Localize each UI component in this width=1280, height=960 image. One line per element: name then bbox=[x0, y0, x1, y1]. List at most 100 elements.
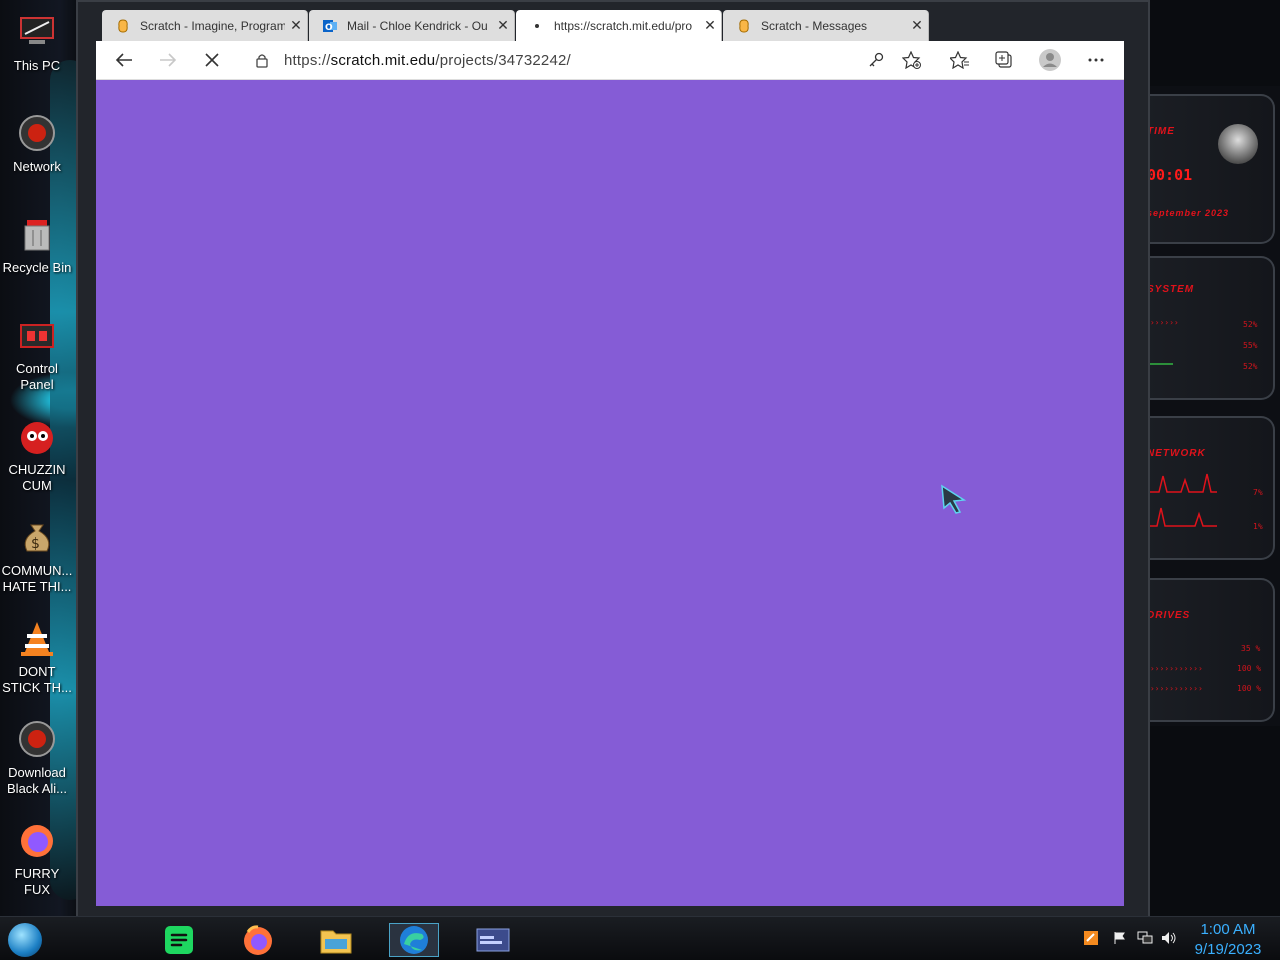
forward-button[interactable] bbox=[156, 48, 180, 72]
drive-bar-indicator: ›››››››››››› bbox=[1145, 664, 1203, 673]
collections-icon bbox=[995, 51, 1012, 68]
widget-time-title: TIME bbox=[1147, 126, 1175, 137]
mouse-cursor-icon bbox=[941, 484, 967, 514]
favorites-button[interactable] bbox=[948, 48, 972, 72]
star-add-icon bbox=[902, 51, 921, 69]
system-green-bar bbox=[1147, 363, 1173, 365]
desktop-icon-column: This PC Network Recycle Bin Control Pane… bbox=[0, 8, 74, 917]
volume-icon[interactable] bbox=[1161, 931, 1177, 948]
taskbar-app-window[interactable] bbox=[468, 923, 518, 957]
avatar-icon bbox=[1039, 49, 1061, 71]
outlook-favicon-icon: O bbox=[323, 19, 337, 33]
drive-value: 35 % bbox=[1241, 644, 1261, 653]
widget-time-value: 00:01 bbox=[1147, 166, 1193, 184]
url-text: https://scratch.mit.edu/projects/3473224… bbox=[284, 52, 571, 69]
widget-drives-panel: DRIVES 35 % ›››››››››››› 100 % ›››››››››… bbox=[1143, 578, 1275, 722]
network-value: 1% bbox=[1253, 522, 1263, 531]
recycle-bin-icon bbox=[15, 212, 59, 256]
drive-value: 100 % bbox=[1237, 684, 1262, 693]
stop-loading-button[interactable] bbox=[200, 48, 224, 72]
lock-icon bbox=[256, 54, 268, 68]
flag-icon[interactable] bbox=[1113, 931, 1127, 948]
drive-value: 100 % bbox=[1237, 664, 1262, 673]
desktop-icon-dont-stick[interactable]: DONT STICK TH... bbox=[0, 614, 74, 715]
browser-tab-strip: Scratch - Imagine, Program ✕ O Mail - Ch… bbox=[102, 8, 932, 41]
taskbar-app-edge[interactable] bbox=[389, 923, 439, 957]
desktop-icon-label: COMMUN... HATE THI... bbox=[1, 563, 73, 594]
desktop-icon-recycle-bin[interactable]: Recycle Bin bbox=[0, 210, 74, 311]
url-prefix: https:// bbox=[284, 52, 331, 69]
pc-icon bbox=[15, 10, 59, 54]
widget-time-panel: TIME 00:01 september 2023 bbox=[1143, 94, 1275, 244]
desktop-icon-download-black-alienware[interactable]: Download Black Ali... bbox=[0, 715, 74, 816]
desktop-icon-furry-fux[interactable]: FURRY FUX bbox=[0, 816, 74, 917]
tab-scratch-messages[interactable]: Scratch - Messages ✕ bbox=[723, 10, 929, 41]
desktop-icon-chuzzin[interactable]: CHUZZIN CUM bbox=[0, 412, 74, 513]
widget-date-value: september 2023 bbox=[1147, 208, 1230, 218]
system-bar-indicator: ››››››› bbox=[1145, 318, 1179, 327]
tab-scratch-home[interactable]: Scratch - Imagine, Program ✕ bbox=[102, 10, 308, 41]
key-icon bbox=[869, 52, 884, 67]
start-button[interactable] bbox=[8, 923, 42, 957]
tab-scratch-project[interactable]: https://scratch.mit.edu/pro ✕ bbox=[516, 10, 722, 41]
network-icon bbox=[15, 111, 59, 155]
network-value: 7% bbox=[1253, 488, 1263, 497]
widget-system-panel: SYSTEM ››››››› 52% 55% 52% bbox=[1143, 256, 1275, 400]
taskbar-app-file-explorer[interactable] bbox=[316, 923, 356, 957]
favorites-star-icon bbox=[950, 51, 969, 69]
system-value: 55% bbox=[1243, 341, 1258, 350]
desktop-icon-label: CHUZZIN CUM bbox=[8, 462, 66, 493]
money-bag-icon: $ bbox=[15, 515, 59, 559]
password-key-button[interactable] bbox=[864, 48, 888, 72]
network-tray-icon[interactable] bbox=[1137, 931, 1153, 948]
network-graph bbox=[1145, 473, 1217, 527]
tab-outlook-mail[interactable]: O Mail - Chloe Kendrick - Ou ✕ bbox=[309, 10, 515, 41]
desktop-icon-label: Control Panel bbox=[16, 361, 58, 392]
settings-more-button[interactable] bbox=[1084, 48, 1108, 72]
clock-time: 1:00 AM bbox=[1200, 921, 1256, 938]
add-favorite-button[interactable] bbox=[900, 48, 924, 72]
back-button[interactable] bbox=[112, 48, 136, 72]
tab-close-icon[interactable]: ✕ bbox=[492, 17, 514, 34]
desktop-icon-this-pc[interactable]: This PC bbox=[0, 8, 74, 109]
taskbar-app-spotify[interactable] bbox=[159, 923, 199, 957]
desktop-icon-label: This PC bbox=[13, 58, 61, 73]
widget-network-title: NETWORK bbox=[1147, 448, 1206, 459]
desktop-icon-label: Download Black Ali... bbox=[7, 765, 67, 796]
widget-network-panel: NETWORK 7% 1% bbox=[1143, 416, 1275, 560]
browser-toolbar: https://scratch.mit.edu/projects/3473224… bbox=[96, 41, 1124, 80]
tab-title: Scratch - Messages bbox=[761, 18, 868, 33]
firefox-icon bbox=[244, 925, 272, 955]
desktop-icon-network[interactable]: Network bbox=[0, 109, 74, 210]
tab-close-icon[interactable]: ✕ bbox=[699, 17, 721, 34]
scratch-favicon-icon bbox=[116, 18, 130, 33]
desktop-icon-commun[interactable]: $ COMMUN... HATE THI... bbox=[0, 513, 74, 614]
window-preview-icon bbox=[476, 928, 510, 952]
file-explorer-icon bbox=[320, 930, 352, 954]
loading-dot-icon bbox=[530, 19, 544, 33]
svg-text:O: O bbox=[325, 23, 333, 33]
tab-close-icon[interactable]: ✕ bbox=[906, 17, 928, 34]
collections-button[interactable] bbox=[992, 48, 1016, 72]
desktop-icon-control-panel[interactable]: Control Panel bbox=[0, 311, 74, 412]
firefox-icon bbox=[15, 818, 59, 862]
back-arrow-icon bbox=[115, 53, 132, 67]
profile-button[interactable] bbox=[1038, 48, 1062, 72]
desktop-icon-label: Recycle Bin bbox=[2, 260, 72, 275]
system-monitor-widget: TIME 00:01 september 2023 SYSTEM ›››››››… bbox=[1143, 86, 1280, 726]
tray-app-icon[interactable] bbox=[1084, 931, 1098, 948]
taskbar-app-firefox[interactable] bbox=[238, 923, 278, 957]
tab-title: Scratch - Imagine, Program bbox=[140, 18, 285, 33]
page-viewport-loading[interactable] bbox=[96, 80, 1124, 906]
close-x-icon bbox=[205, 53, 219, 67]
tab-title: Mail - Chloe Kendrick - Ou bbox=[347, 18, 488, 33]
tab-close-icon[interactable]: ✕ bbox=[285, 17, 307, 34]
more-dots-icon bbox=[1088, 58, 1104, 62]
scratch-favicon-icon bbox=[737, 18, 751, 33]
edge-icon bbox=[400, 926, 428, 954]
tab-title: https://scratch.mit.edu/pro bbox=[554, 18, 693, 33]
url-path: /projects/34732242/ bbox=[435, 52, 571, 69]
url-host: scratch.mit.edu bbox=[330, 52, 436, 69]
taskbar-clock[interactable]: 1:00 AM 9/19/2023 bbox=[1188, 920, 1268, 960]
clock-date: 9/19/2023 bbox=[1194, 941, 1262, 958]
